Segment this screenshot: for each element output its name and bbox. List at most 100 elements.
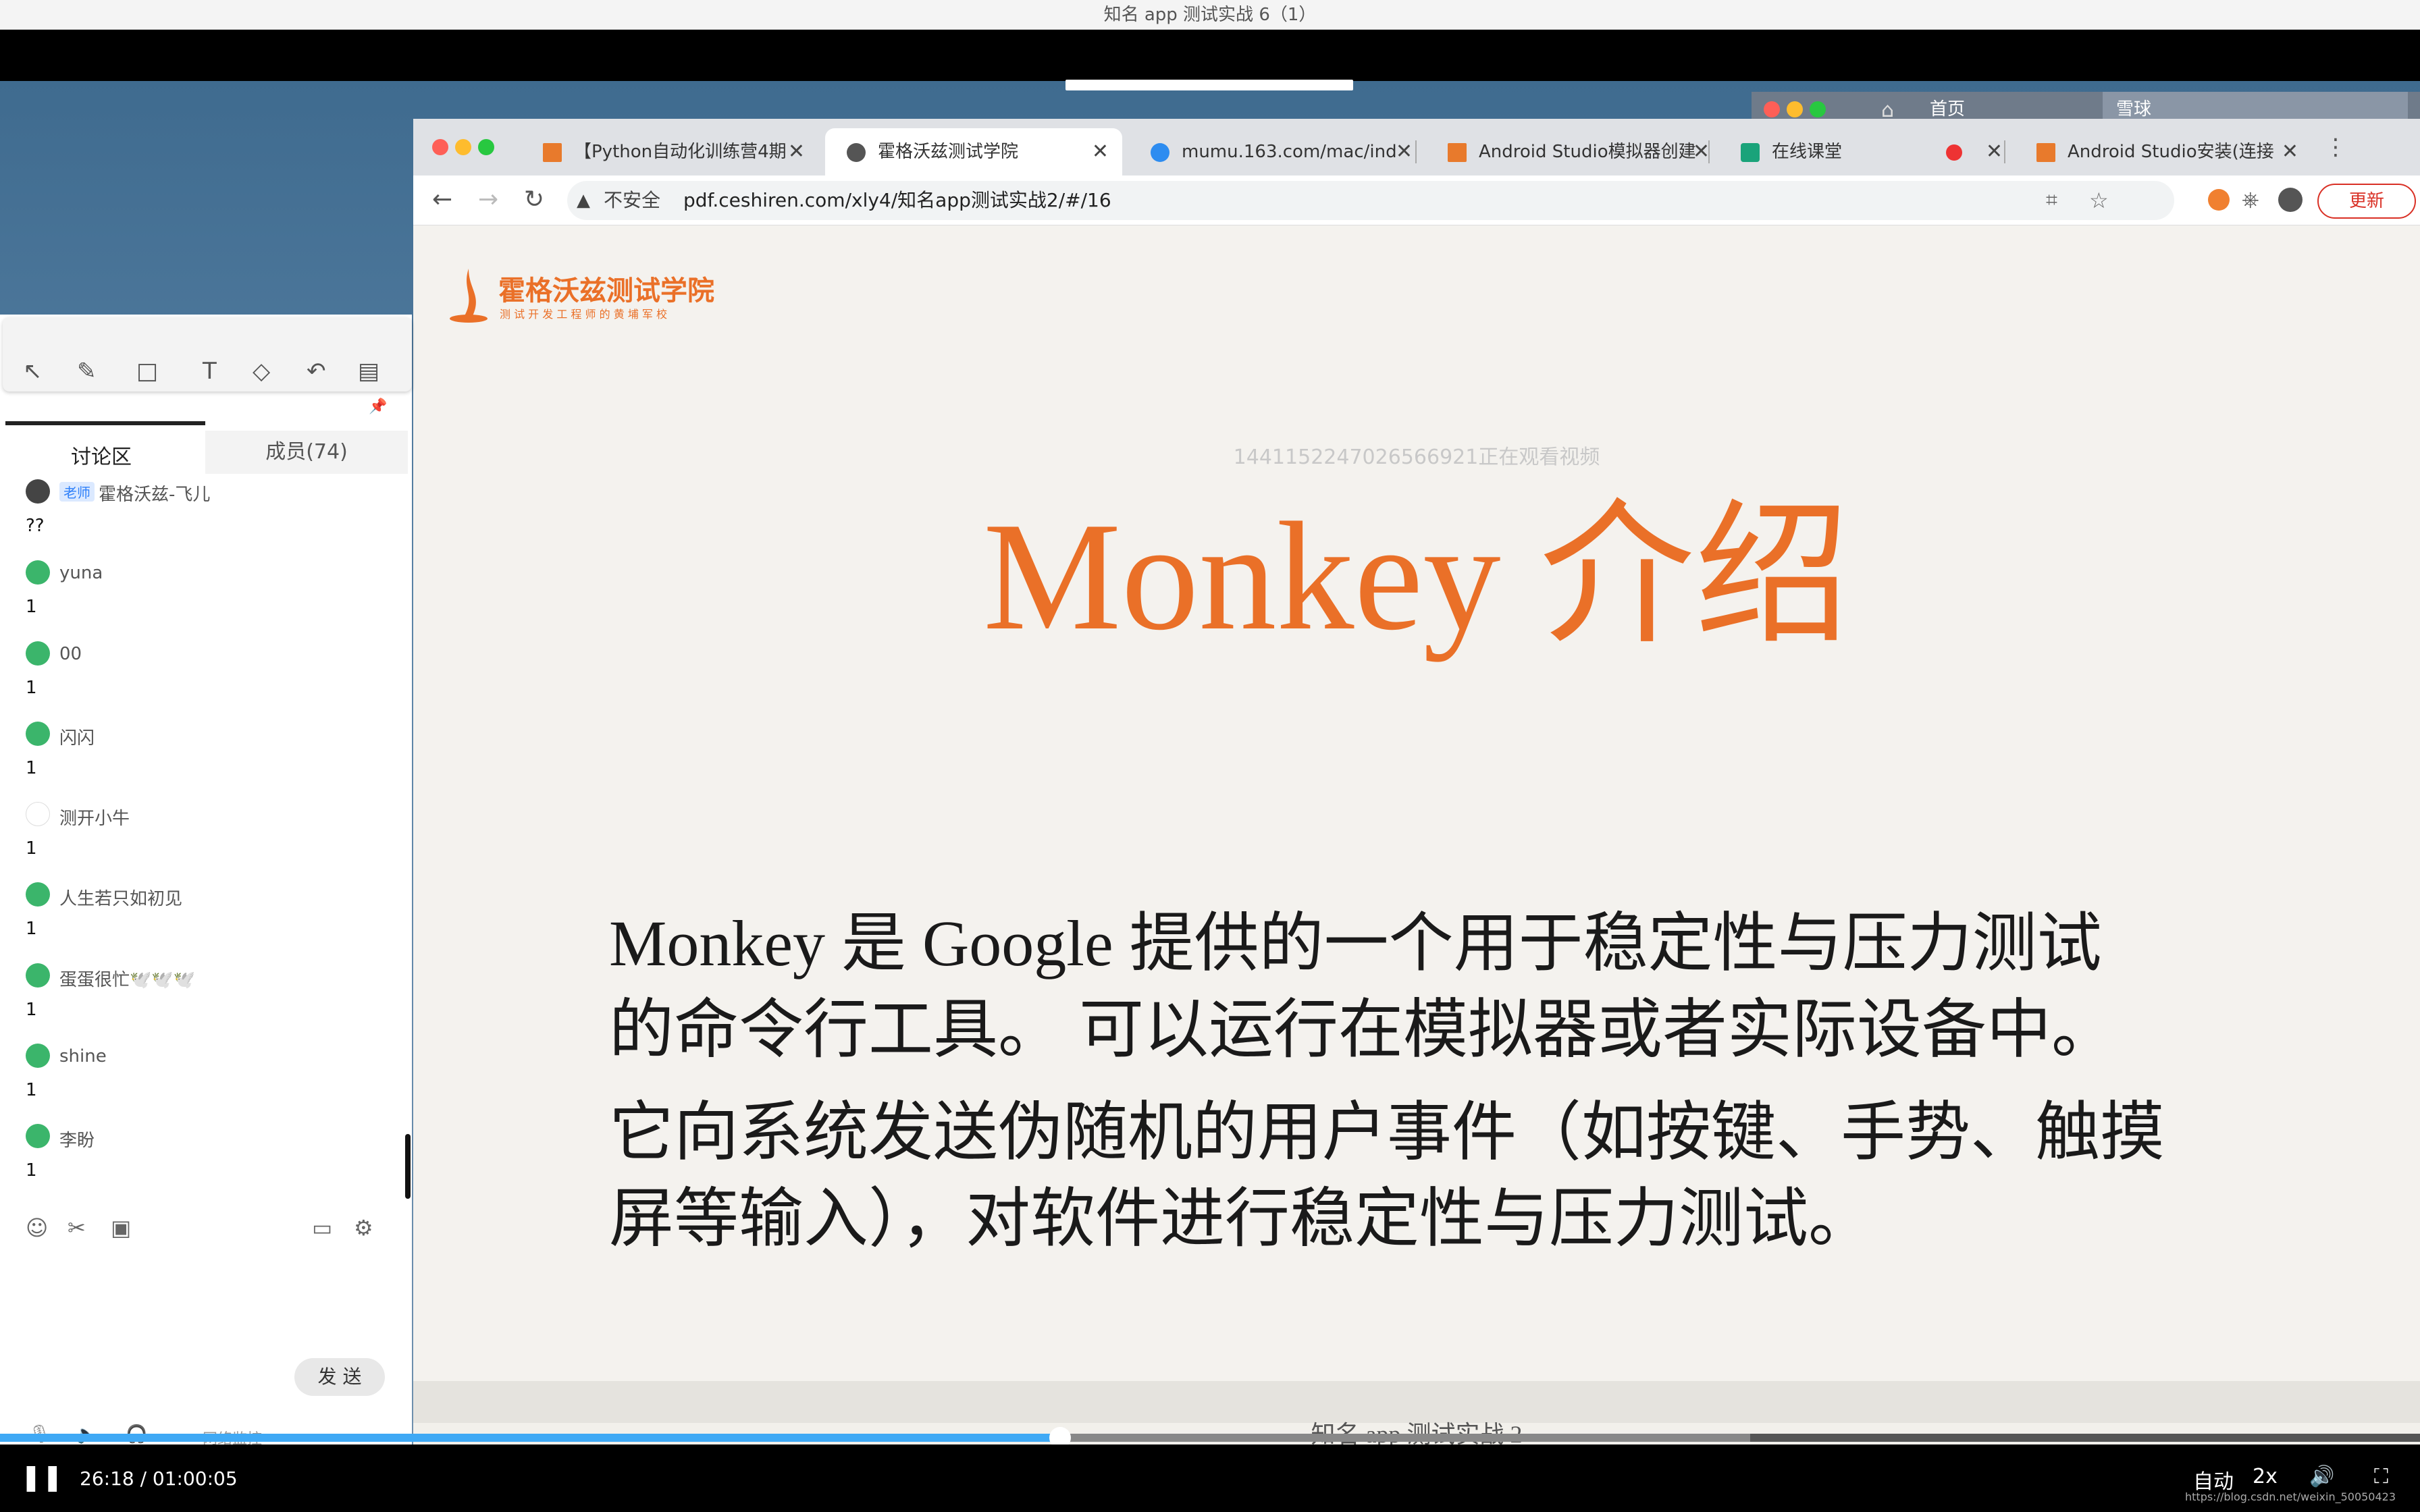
tab-strip: 【Python自动化训练营4期 ✕ 霍格沃兹测试学院 ✕ mumu.163.com/… xyxy=(413,119,2420,176)
close-dot-icon[interactable] xyxy=(1764,101,1780,117)
back-icon[interactable]: ← xyxy=(432,188,452,212)
tab-android-install[interactable]: Android Studio安装(连接 ✕ xyxy=(2015,128,2312,176)
browser-close-icon[interactable] xyxy=(432,139,448,155)
playback-time: 26:18 / 01:00:05 xyxy=(80,1467,238,1490)
para2-line1: 它向系统发送伪随机的用户事件（如按键、手势、触摸 xyxy=(609,1096,2165,1168)
feedback-icon[interactable]: ▭ xyxy=(312,1215,332,1241)
url-field[interactable]: ▲ 不安全 pdf.ceshiren.com/xly4/知名app测试实战2/#… xyxy=(567,181,2174,220)
globe-icon xyxy=(847,143,866,162)
bookmark-star-icon: ☆ xyxy=(2089,188,2109,213)
avatar xyxy=(26,1124,50,1148)
flame-logo-icon xyxy=(450,269,488,323)
message-text: 1 xyxy=(26,919,37,939)
avatar xyxy=(26,641,50,666)
volume-icon[interactable]: 🔊 xyxy=(2309,1465,2334,1488)
class-icon xyxy=(1741,143,1760,162)
black-band xyxy=(0,30,2420,81)
text-icon[interactable]: T xyxy=(203,358,217,385)
tab-members[interactable]: 成员(74) xyxy=(205,431,408,474)
recording-icon xyxy=(1946,144,1962,161)
tab-mumu[interactable]: mumu.163.com/mac/ind ✕ xyxy=(1129,128,1426,176)
slide-paragraph-1: Monkey 是 Google 提供的一个用于稳定性与压力测试 的命令行工具。 … xyxy=(609,900,2243,1073)
viewer-watermark: 1441152247026566921正在观看视频 xyxy=(1233,446,1600,469)
progress-fill xyxy=(0,1434,1060,1442)
image-icon[interactable]: ▣ xyxy=(111,1215,131,1241)
update-button[interactable]: 更新 xyxy=(2317,184,2416,219)
pin-icon[interactable]: ⎈ xyxy=(2242,186,2259,213)
undo-icon[interactable]: ↶ xyxy=(307,358,326,385)
forward-icon[interactable]: → xyxy=(478,188,498,212)
speed-selector[interactable]: 2x xyxy=(2253,1465,2278,1488)
tab-hogwarts[interactable]: 霍格沃兹测试学院 ✕ xyxy=(825,128,1122,176)
message-text: 1 xyxy=(26,1080,37,1100)
message-author: 霍格沃兹-飞儿 xyxy=(99,485,211,505)
avatar xyxy=(26,722,50,746)
browser-zoom-icon[interactable] xyxy=(478,139,494,155)
pointer-icon[interactable]: ↖ xyxy=(23,358,43,385)
screen-share-bar xyxy=(1066,80,1353,90)
fullscreen-icon[interactable]: ⛶ xyxy=(2374,1465,2388,1488)
avatar xyxy=(26,802,50,826)
active-tab-indicator xyxy=(5,421,205,425)
message-text: 1 xyxy=(26,597,37,617)
message-author: 李盼 xyxy=(59,1131,95,1151)
message-text: 1 xyxy=(26,678,37,698)
pause-icon[interactable]: ❚❚ xyxy=(20,1462,63,1492)
emoji-icon[interactable]: ☺ xyxy=(26,1215,48,1241)
message-author: shine xyxy=(59,1046,107,1066)
annotation-toolbar: ↖ ✎ □ T ◇ ↶ ▤ xyxy=(3,317,412,392)
extension-icon[interactable] xyxy=(2208,189,2230,211)
shape-icon[interactable]: □ xyxy=(136,358,158,385)
avatar xyxy=(26,1044,50,1068)
tab-menu-icon[interactable]: ⋮ xyxy=(2324,134,2347,161)
source-url: https://blog.csdn.net/weixin_50050423 xyxy=(2185,1490,2396,1503)
pen-icon[interactable]: ✎ xyxy=(77,358,97,385)
tab-online-class[interactable]: 在线课堂 ✕ xyxy=(1719,128,2016,176)
tab-discussion[interactable]: 讨论区 xyxy=(0,440,203,470)
tab-close-icon: ✕ xyxy=(1091,140,1109,163)
tab-close-icon: ✕ xyxy=(2281,140,2298,163)
avatar xyxy=(26,963,50,988)
scissors-icon[interactable]: ✂ xyxy=(68,1215,86,1241)
message-text: ?? xyxy=(26,516,45,536)
logo-tagline: 测 试 开 发 工 程 师 的 黄 埔 军 校 xyxy=(500,308,667,321)
flask-icon xyxy=(2036,143,2055,162)
settings-icon[interactable]: ⚙ xyxy=(354,1215,373,1241)
tab-android-emulator[interactable]: Android Studio模拟器创建 ✕ xyxy=(1426,128,1723,176)
para2-line2: 屏等输入），对软件进行稳定性与压力测试。 xyxy=(609,1183,1873,1255)
flask-icon xyxy=(1448,143,1467,162)
tab-python[interactable]: 【Python自动化训练营4期 ✕ xyxy=(521,128,818,176)
insecure-label: 不安全 xyxy=(604,189,661,211)
flask-icon xyxy=(543,143,562,162)
browser-window: 【Python自动化训练营4期 ✕ 霍格沃兹测试学院 ✕ mumu.163.com/… xyxy=(413,119,2420,1512)
slide-viewer: 霍格沃兹测试学院 测 试 开 发 工 程 师 的 黄 埔 军 校 1441152… xyxy=(413,225,2420,1512)
pin-panel-icon[interactable]: 📌 xyxy=(369,398,387,415)
avatar xyxy=(26,479,50,504)
message-author: 00 xyxy=(59,644,82,664)
message-author: 测开小牛 xyxy=(59,809,130,829)
profile-icon[interactable] xyxy=(2278,188,2303,212)
message-author: yuna xyxy=(59,563,103,583)
message-text: 1 xyxy=(26,1160,37,1181)
eraser-icon[interactable]: ◇ xyxy=(253,358,270,385)
slide-title: Monkey 介绍 xyxy=(982,490,1851,662)
avatar xyxy=(26,882,50,907)
message-text: 1 xyxy=(26,838,37,859)
zoom-dot-icon[interactable] xyxy=(1810,101,1826,117)
translate-icon: ⌗ xyxy=(2046,188,2057,212)
progress-buffer xyxy=(1060,1434,1750,1442)
mumu-icon xyxy=(1151,143,1169,162)
message-text: 1 xyxy=(26,758,37,778)
tab-close-icon: ✕ xyxy=(1395,140,1413,163)
address-bar: ← → ↻ ▲ 不安全 pdf.ceshiren.com/xly4/知名app测… xyxy=(413,176,2420,225)
player-controls xyxy=(0,1444,2420,1512)
chat-scrollbar[interactable] xyxy=(405,1134,411,1199)
message-author: 蛋蛋很忙🕊️🕊️🕊️ xyxy=(59,970,196,990)
logo-name: 霍格沃兹测试学院 xyxy=(498,275,714,306)
send-button[interactable]: 发 送 xyxy=(294,1358,385,1396)
minimize-dot-icon[interactable] xyxy=(1787,101,1803,117)
browser-minimize-icon[interactable] xyxy=(455,139,471,155)
slide-paragraph-2: 它向系统发送伪随机的用户事件（如按键、手势、触摸 屏等输入），对软件进行稳定性与… xyxy=(609,1089,2243,1262)
delete-icon[interactable]: ▤ xyxy=(358,358,379,385)
reload-icon[interactable]: ↻ xyxy=(524,188,544,212)
